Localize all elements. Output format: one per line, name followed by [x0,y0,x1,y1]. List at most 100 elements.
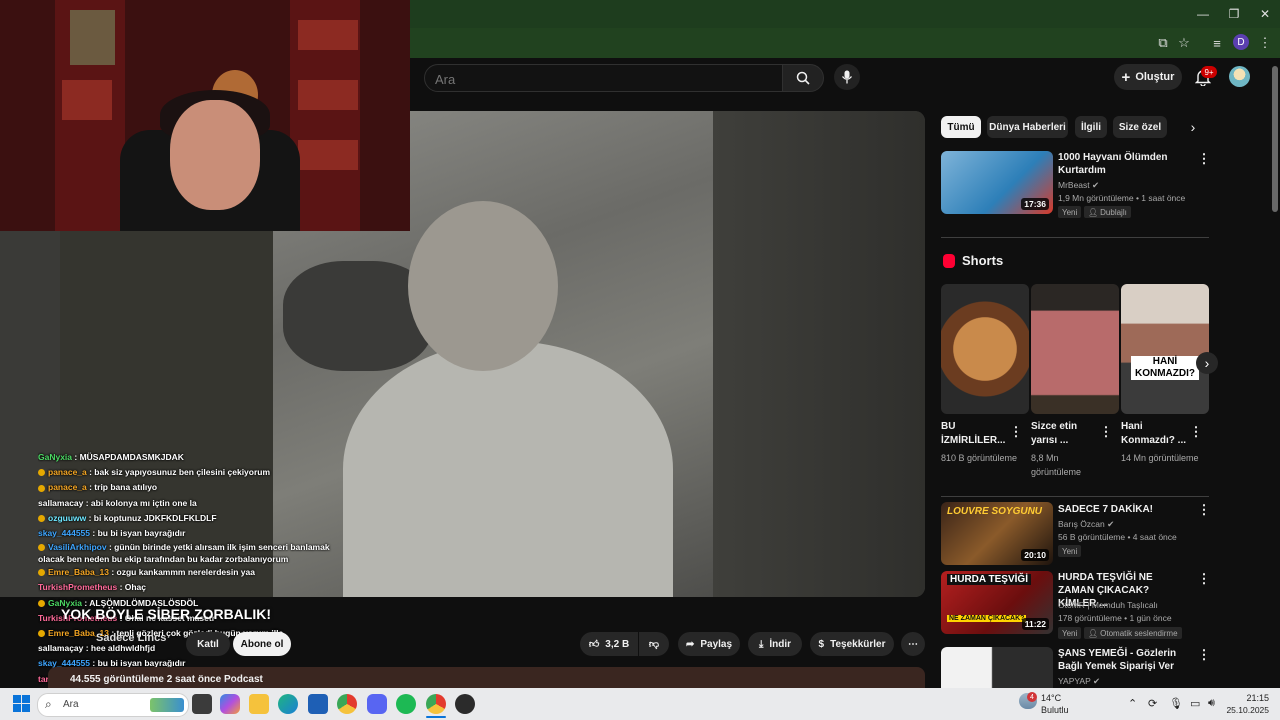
webcam-overlay [0,0,410,231]
taskbar-search[interactable]: ⌕ Ara [37,693,189,717]
account-avatar[interactable] [1229,66,1250,87]
tray-overflow-icon[interactable]: ⌃ [1128,697,1137,710]
streamer-face [170,100,260,210]
dislike-button[interactable]: 👎︎ [639,632,669,656]
rec-channel[interactable]: MrBeast ✔ [1058,180,1099,191]
verified-icon: ✔ [1092,180,1100,190]
chip-world-news[interactable]: Dünya Haberleri [987,116,1068,138]
rec-title[interactable]: 1000 Hayvanı Ölümden Kurtardım [1058,151,1188,177]
game-app-icon[interactable] [455,694,475,714]
chat-username: skay_444555 [38,528,91,539]
scrollbar-thumb[interactable] [1272,66,1278,212]
plus-icon: + [1121,68,1131,86]
rec-title[interactable]: ŞANS YEMEĞİ - Gözlerin Bağlı Yemek Sipar… [1058,647,1188,673]
auto-dub-badge: 👤︎ Otomatik seslendirme [1084,627,1182,639]
chat-username: sallamaçay [38,643,84,654]
thanks-label: Teşekkürler [830,638,886,650]
download-icon: ⤓ [758,638,764,650]
thumb-text: HURDA TEŞVİĞİ [947,574,1031,585]
create-button[interactable]: + Oluştur [1114,64,1182,90]
chat-message: skay_444555 : bu bi isyan bayrağıdır [38,526,358,541]
rec-menu-icon[interactable]: ⋮ [1198,151,1211,166]
rec-menu-icon[interactable]: ⋮ [1198,502,1211,517]
channel-name[interactable]: Sadece Lincs [96,632,166,644]
rec-channel[interactable]: YAPYAP ✔ [1058,676,1100,687]
copilot-icon[interactable] [220,694,240,714]
short-title[interactable]: Sizce etin yarısı ... [1031,420,1101,448]
discord-icon[interactable] [367,694,387,714]
short-thumbnail[interactable]: HANİ KONMAZDI? [1121,284,1209,414]
like-button[interactable]: 👍︎ 3,2 B [580,632,638,656]
browser-profile-avatar[interactable]: D [1233,34,1249,50]
search-icon: ⌕ [45,697,52,711]
clock-time[interactable]: 21:15 [1229,693,1269,703]
new-badge: Yeni [1058,627,1082,639]
short-thumbnail[interactable] [941,284,1029,414]
short-thumb-text: HANİ KONMAZDI? [1131,356,1199,380]
minimize-button[interactable]: — [1186,0,1220,28]
chrome-profile-icon[interactable] [426,694,446,714]
dubbed-badge: 👤︎ Dublajlı [1084,206,1131,218]
rec-channel[interactable]: OtoMR | Memduh Taşlıcalı [1058,600,1158,610]
chat-username: GaNyxia [38,452,73,462]
spotify-icon[interactable] [396,694,416,714]
share-button[interactable]: ➦ Paylaş [678,632,740,656]
chat-text: : bi koptunuz JDKFKDLFKLDLF [86,512,217,523]
rec-thumbnail[interactable]: LOUVRE SOYGUNU 20:10 [941,502,1053,565]
join-button[interactable]: Katıl [186,632,230,656]
chat-text: : Ohaç [117,582,147,593]
short-thumbnail[interactable] [1031,284,1119,414]
short-menu-icon[interactable]: ⋮ [1100,424,1113,439]
short-menu-icon[interactable]: ⋮ [1190,424,1203,439]
rec-thumbnail[interactable]: HURDA TEŞVİĞİ NE ZAMAN ÇIKACAK? 11:22 [941,571,1053,634]
display-tray-icon[interactable]: ▭ [1190,697,1200,710]
search-button[interactable] [782,64,824,92]
weather-temp[interactable]: 14°C [1041,693,1061,703]
video-frame-right [713,111,925,597]
rec-thumbnail[interactable]: 17:36 [941,151,1053,214]
bookmark-star-icon[interactable]: ☆ [1176,35,1192,51]
short-title[interactable]: Hani Konmazdı? ... [1121,420,1191,448]
clock-date[interactable]: 25.10.2025 [1220,705,1269,715]
download-button[interactable]: ⤓ İndir [748,632,802,656]
volume-icon[interactable]: 🔊︎ [1208,697,1215,710]
rec-channel[interactable]: Barış Özcan ✔ [1058,519,1114,530]
chat-text: : abi kolonya mı içtin one la [83,497,197,508]
chips-next-icon[interactable]: › [1185,119,1201,135]
subscribe-button[interactable]: Abone ol [233,632,291,656]
chip-for-you[interactable]: Size özel [1113,116,1167,138]
chrome-icon[interactable] [337,694,357,714]
chat-badge-icon [38,599,45,607]
chip-all[interactable]: Tümü [941,116,981,138]
shorts-next-icon[interactable]: › [1196,352,1218,374]
chat-text: : hee aldhwldhfjd [83,643,156,654]
store-icon[interactable] [308,694,328,714]
short-menu-icon[interactable]: ⋮ [1010,424,1023,439]
file-explorer-icon[interactable] [249,694,269,714]
close-window-button[interactable]: ✕ [1248,0,1280,28]
thanks-button[interactable]: $ Teşekkürler [810,632,894,656]
rec-menu-icon[interactable]: ⋮ [1198,571,1211,586]
edge-icon[interactable] [278,694,298,714]
install-app-icon[interactable]: ⧉ [1155,35,1171,51]
chip-related[interactable]: İlgili [1075,116,1107,138]
person-icon: 👤︎ [1088,628,1099,638]
windows-start-icon[interactable] [13,695,30,712]
chat-message: sallamacay : abi kolonya mı içtin one la [38,496,358,511]
search-input[interactable] [425,65,777,93]
rec-thumbnail[interactable] [941,647,1053,688]
weather-desc[interactable]: Bulutlu [1041,705,1069,715]
task-view-icon[interactable] [192,694,212,714]
more-actions-button[interactable]: ⋯ [901,632,925,656]
short-title[interactable]: BU İZMİRLİLER... [941,420,1011,448]
restore-button[interactable]: ❐ [1217,0,1251,28]
voice-search-button[interactable] [834,64,860,90]
rec-title[interactable]: SADECE 7 DAKİKA! [1058,503,1188,516]
tray-app-icon[interactable]: ⟳ [1148,697,1157,710]
thanks-icon: $ [818,638,825,650]
browser-menu-icon[interactable]: ⋮ [1257,35,1273,51]
rec-menu-icon[interactable]: ⋮ [1198,647,1211,662]
microphone-tray-icon[interactable]: 🎙︎ [1169,697,1183,710]
reading-list-icon[interactable]: ≡ [1209,35,1225,51]
shorts-heading: Shorts [962,253,1004,268]
